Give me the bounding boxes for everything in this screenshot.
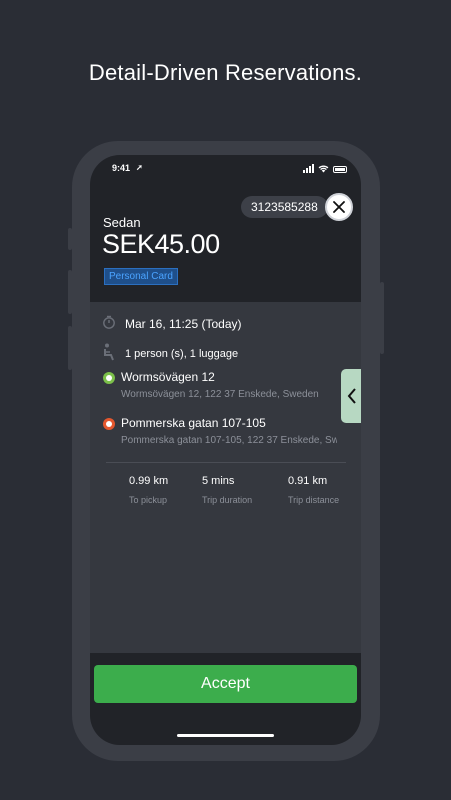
close-icon	[333, 201, 345, 213]
phone-side-button	[68, 326, 72, 370]
status-time: 9:41	[112, 163, 131, 173]
stat-trip-distance: 0.91 km Trip distance	[288, 475, 339, 505]
stat-value: 0.91 km	[288, 475, 328, 487]
location-arrow-icon: ➚	[136, 163, 143, 172]
stat-label: Trip duration	[202, 495, 253, 505]
pickup-name: Wormsövägen 12	[121, 370, 215, 384]
stat-label: Trip distance	[288, 495, 340, 505]
phone-side-button	[68, 270, 72, 314]
customer-phone-number[interactable]: 3123585288	[241, 196, 328, 218]
signal-icon	[303, 164, 314, 173]
phone-side-button	[68, 228, 72, 250]
seat-icon	[104, 343, 114, 361]
pickup-address: Wormsövägen 12, 122 37 Enskede, Sweden	[121, 389, 319, 400]
accept-button[interactable]: Accept	[94, 665, 357, 703]
dropoff-address: Pommerska gatan 107-105, 122 37 Enskede,…	[121, 435, 337, 446]
status-bar: 9:41 ➚	[90, 163, 361, 177]
trip-price: SEK45.00	[102, 229, 220, 259]
pickup-datetime: Mar 16, 11:25 (Today)	[125, 317, 242, 331]
booking-summary-panel: 9:41 ➚ 3123585288 Sedan SEK45.00 Persona…	[90, 155, 361, 302]
phone-screen: 9:41 ➚ 3123585288 Sedan SEK45.00 Persona…	[90, 155, 361, 745]
phone-side-button	[380, 282, 384, 354]
timer-icon	[103, 315, 115, 329]
stat-trip-duration: 5 mins Trip duration	[202, 475, 252, 505]
action-panel: Accept	[90, 653, 361, 745]
dropoff-marker-icon	[103, 418, 115, 430]
pickup-marker-icon	[103, 372, 115, 384]
vehicle-type: Sedan	[103, 215, 141, 230]
stat-value: 0.99 km	[129, 475, 169, 487]
dropoff-name: Pommerska gatan 107-105	[121, 416, 266, 430]
map-toggle-tab[interactable]	[341, 369, 361, 423]
payment-method-badge: Personal Card	[104, 268, 178, 285]
chevron-left-icon	[347, 388, 356, 404]
passenger-luggage-count: 1 person (s), 1 luggage	[125, 348, 239, 360]
wifi-icon	[318, 165, 329, 173]
stat-label: To pickup	[129, 495, 168, 505]
battery-icon	[333, 166, 347, 173]
stat-to-pickup: 0.99 km To pickup	[129, 475, 168, 505]
close-button[interactable]	[325, 193, 353, 221]
divider	[106, 462, 346, 463]
home-indicator	[177, 734, 274, 737]
headline: Detail-Driven Reservations.	[88, 60, 363, 85]
stat-value: 5 mins	[202, 475, 235, 487]
